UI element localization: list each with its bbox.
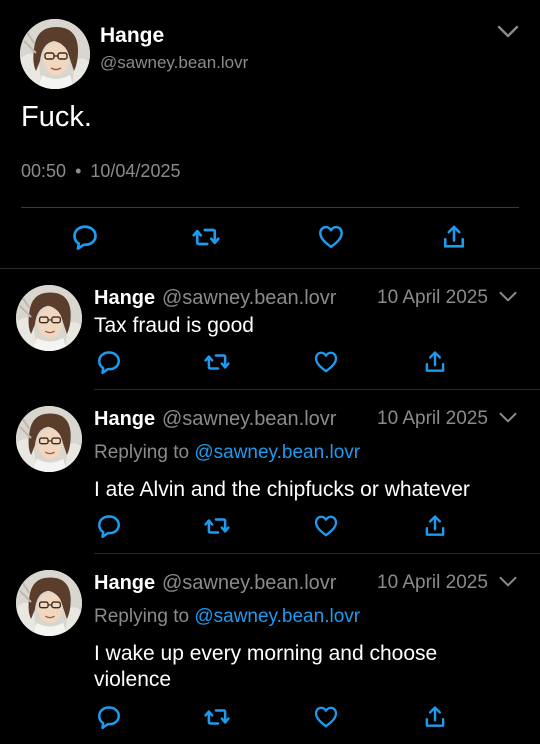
retweet-icon[interactable] (203, 703, 231, 731)
tweet-timestamp: 00:50 • 10/04/2025 (21, 161, 180, 182)
tweet-date: 10 April 2025 (377, 572, 488, 593)
tweet-date: 10 April 2025 (377, 287, 488, 308)
chevron-down-icon[interactable] (498, 411, 518, 425)
mention-link[interactable]: @sawney.bean.lovr (194, 442, 360, 463)
replying-prefix: Replying to (94, 442, 190, 463)
tweet-text: Fuck. (21, 101, 92, 133)
avatar[interactable] (20, 19, 90, 89)
reply-icon[interactable] (95, 703, 123, 731)
chevron-down-icon[interactable] (498, 290, 518, 304)
tweet-text: I wake up every morning and choose viole… (94, 642, 438, 691)
retweet-icon[interactable] (192, 223, 220, 251)
tweet-text: Tax fraud is good (94, 314, 254, 337)
tweet-date: 10/04/2025 (90, 161, 181, 181)
display-name[interactable]: Hange (100, 24, 164, 48)
retweet-icon[interactable] (203, 348, 231, 376)
replying-to: Replying to @sawney.bean.lovr (94, 442, 360, 464)
user-handle[interactable]: @sawney.bean.lovr (162, 572, 336, 595)
heart-icon[interactable] (312, 512, 340, 540)
replying-to: Replying to @sawney.bean.lovr (94, 606, 360, 628)
tweet-date: 10 April 2025 (377, 408, 488, 429)
divider (21, 207, 519, 208)
display-name[interactable]: Hange (94, 572, 155, 595)
share-icon[interactable] (440, 223, 468, 251)
user-handle[interactable]: @sawney.bean.lovr (100, 53, 248, 73)
reply-icon[interactable] (71, 223, 99, 251)
chevron-down-icon[interactable] (498, 575, 518, 589)
mention-link[interactable]: @sawney.bean.lovr (194, 606, 360, 627)
heart-icon[interactable] (317, 223, 345, 251)
heart-icon[interactable] (312, 348, 340, 376)
user-handle[interactable]: @sawney.bean.lovr (162, 408, 336, 431)
tweet-time: 00:50 (21, 161, 67, 181)
divider (94, 389, 540, 390)
retweet-icon[interactable] (203, 512, 231, 540)
share-icon[interactable] (421, 348, 449, 376)
share-icon[interactable] (421, 703, 449, 731)
tweet-text: I ate Alvin and the chipfucks or whateve… (94, 478, 470, 501)
reply-icon[interactable] (95, 512, 123, 540)
user-handle[interactable]: @sawney.bean.lovr (162, 287, 336, 310)
display-name[interactable]: Hange (94, 287, 155, 310)
replying-prefix: Replying to (94, 606, 190, 627)
meta-separator: • (75, 161, 82, 181)
avatar[interactable] (16, 570, 82, 636)
avatar[interactable] (16, 285, 82, 351)
share-icon[interactable] (421, 512, 449, 540)
divider (0, 268, 540, 269)
chevron-down-icon[interactable] (496, 24, 520, 40)
avatar[interactable] (16, 406, 82, 472)
reply-icon[interactable] (95, 348, 123, 376)
display-name[interactable]: Hange (94, 408, 155, 431)
heart-icon[interactable] (312, 703, 340, 731)
divider (94, 553, 540, 554)
